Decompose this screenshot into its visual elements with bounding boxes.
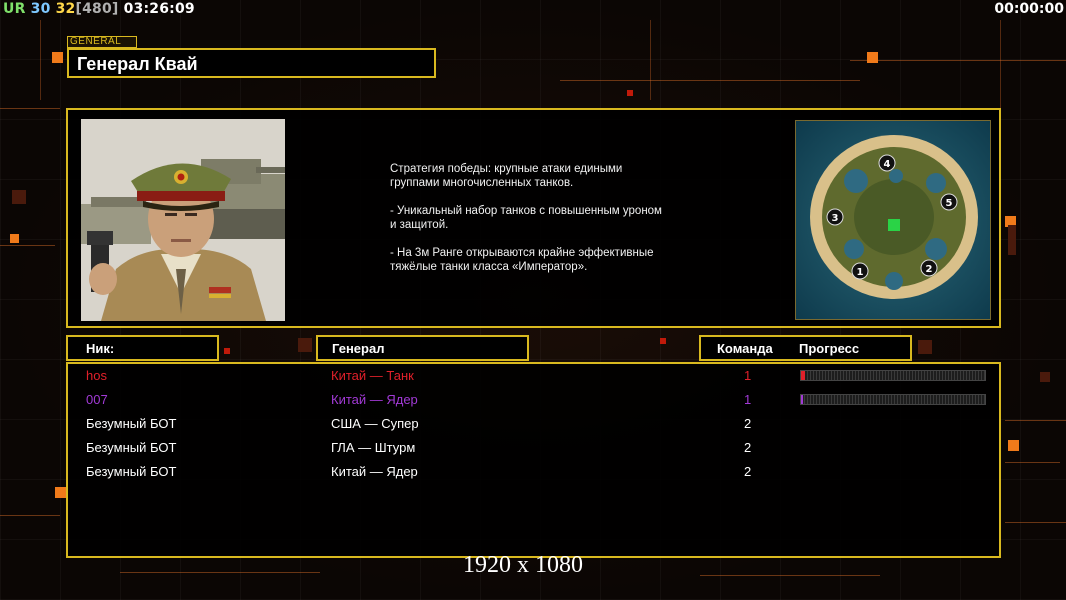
table-row[interactable]: Безумный БОТ США — Супер 2 [68, 414, 999, 438]
player-general[interactable]: Китай — Ядер [331, 392, 418, 407]
general-name: Генерал Квай [77, 54, 198, 74]
player-team[interactable]: 2 [744, 464, 751, 479]
map-preview-image: 1 2 3 4 5 [796, 121, 990, 319]
player-list: hos Китай — Танк 1 007 Китай — Ядер 1 Бе… [66, 362, 1001, 558]
map-slot-label: 3 [832, 213, 839, 224]
player-general[interactable]: ГЛА — Штурм [331, 440, 415, 455]
progress-fill [801, 371, 805, 380]
column-header-label: Генерал [332, 341, 385, 356]
ur-label: UR [3, 1, 26, 17]
fps-value-b: 32 [55, 1, 76, 17]
fps-counter: UR 30 32[480] 03:26:09 [3, 1, 195, 17]
player-team[interactable]: 2 [744, 440, 751, 455]
map-slot-label: 5 [946, 198, 953, 209]
player-nick: Безумный БОТ [86, 416, 177, 431]
resolution-label: 1920 x 1080 [463, 552, 583, 578]
column-header-nick[interactable]: Ник: [66, 335, 219, 361]
map-preview[interactable]: 1 2 3 4 5 [795, 120, 991, 320]
player-team[interactable]: 2 [744, 416, 751, 431]
table-row[interactable]: 007 Китай — Ядер 1 [68, 390, 999, 414]
column-header-label: Ник: [86, 341, 115, 356]
column-header-team-progress[interactable]: Команда Прогресс [699, 335, 912, 361]
column-header-label: Прогресс [799, 341, 860, 356]
player-progress-bar [800, 394, 986, 405]
strategy-line: - На 3м Ранге открываются крайне эффекти… [390, 247, 654, 273]
strategy-description: Стратегия победы: крупные атаки едиными … [390, 162, 720, 288]
general-portrait-image [81, 119, 285, 321]
general-tag: GENERAL [67, 36, 137, 48]
player-nick: hos [86, 368, 107, 383]
player-nick: Безумный БОТ [86, 440, 177, 455]
player-team[interactable]: 1 [744, 368, 751, 383]
system-clock: 03:26:09 [123, 1, 195, 17]
column-header-label: Команда [717, 341, 773, 356]
column-header-general[interactable]: Генерал [316, 335, 529, 361]
table-row[interactable]: hos Китай — Танк 1 [68, 366, 999, 390]
general-portrait [81, 119, 285, 321]
player-progress-bar [800, 370, 986, 381]
progress-fill [801, 395, 803, 404]
general-title-box: Генерал Квай [67, 48, 436, 78]
player-nick: Безумный БОТ [86, 464, 177, 479]
strategy-line: Стратегия победы: крупные атаки едиными … [390, 163, 623, 189]
strategy-line: - Уникальный набор танков с повышенным у… [390, 205, 662, 231]
general-info-panel: Стратегия победы: крупные атаки едиными … [66, 108, 1001, 328]
player-team[interactable]: 1 [744, 392, 751, 407]
game-timer: 00:00:00 [994, 1, 1064, 17]
map-slot-label: 4 [884, 159, 891, 170]
status-bar: UR 30 32[480] 03:26:09 00:00:00 [0, 0, 1066, 20]
table-row[interactable]: Безумный БОТ ГЛА — Штурм 2 [68, 438, 999, 462]
fps-value-a: 30 [30, 1, 51, 17]
map-slot-label: 2 [926, 264, 933, 275]
player-general[interactable]: США — Супер [331, 416, 419, 431]
player-general[interactable]: Китай — Ядер [331, 464, 418, 479]
player-nick: 007 [86, 392, 108, 407]
map-slot-label: 1 [857, 267, 864, 278]
table-row[interactable]: Безумный БОТ Китай — Ядер 2 [68, 462, 999, 486]
fps-value-c: [480] [75, 1, 119, 17]
player-general[interactable]: Китай — Танк [331, 368, 414, 383]
